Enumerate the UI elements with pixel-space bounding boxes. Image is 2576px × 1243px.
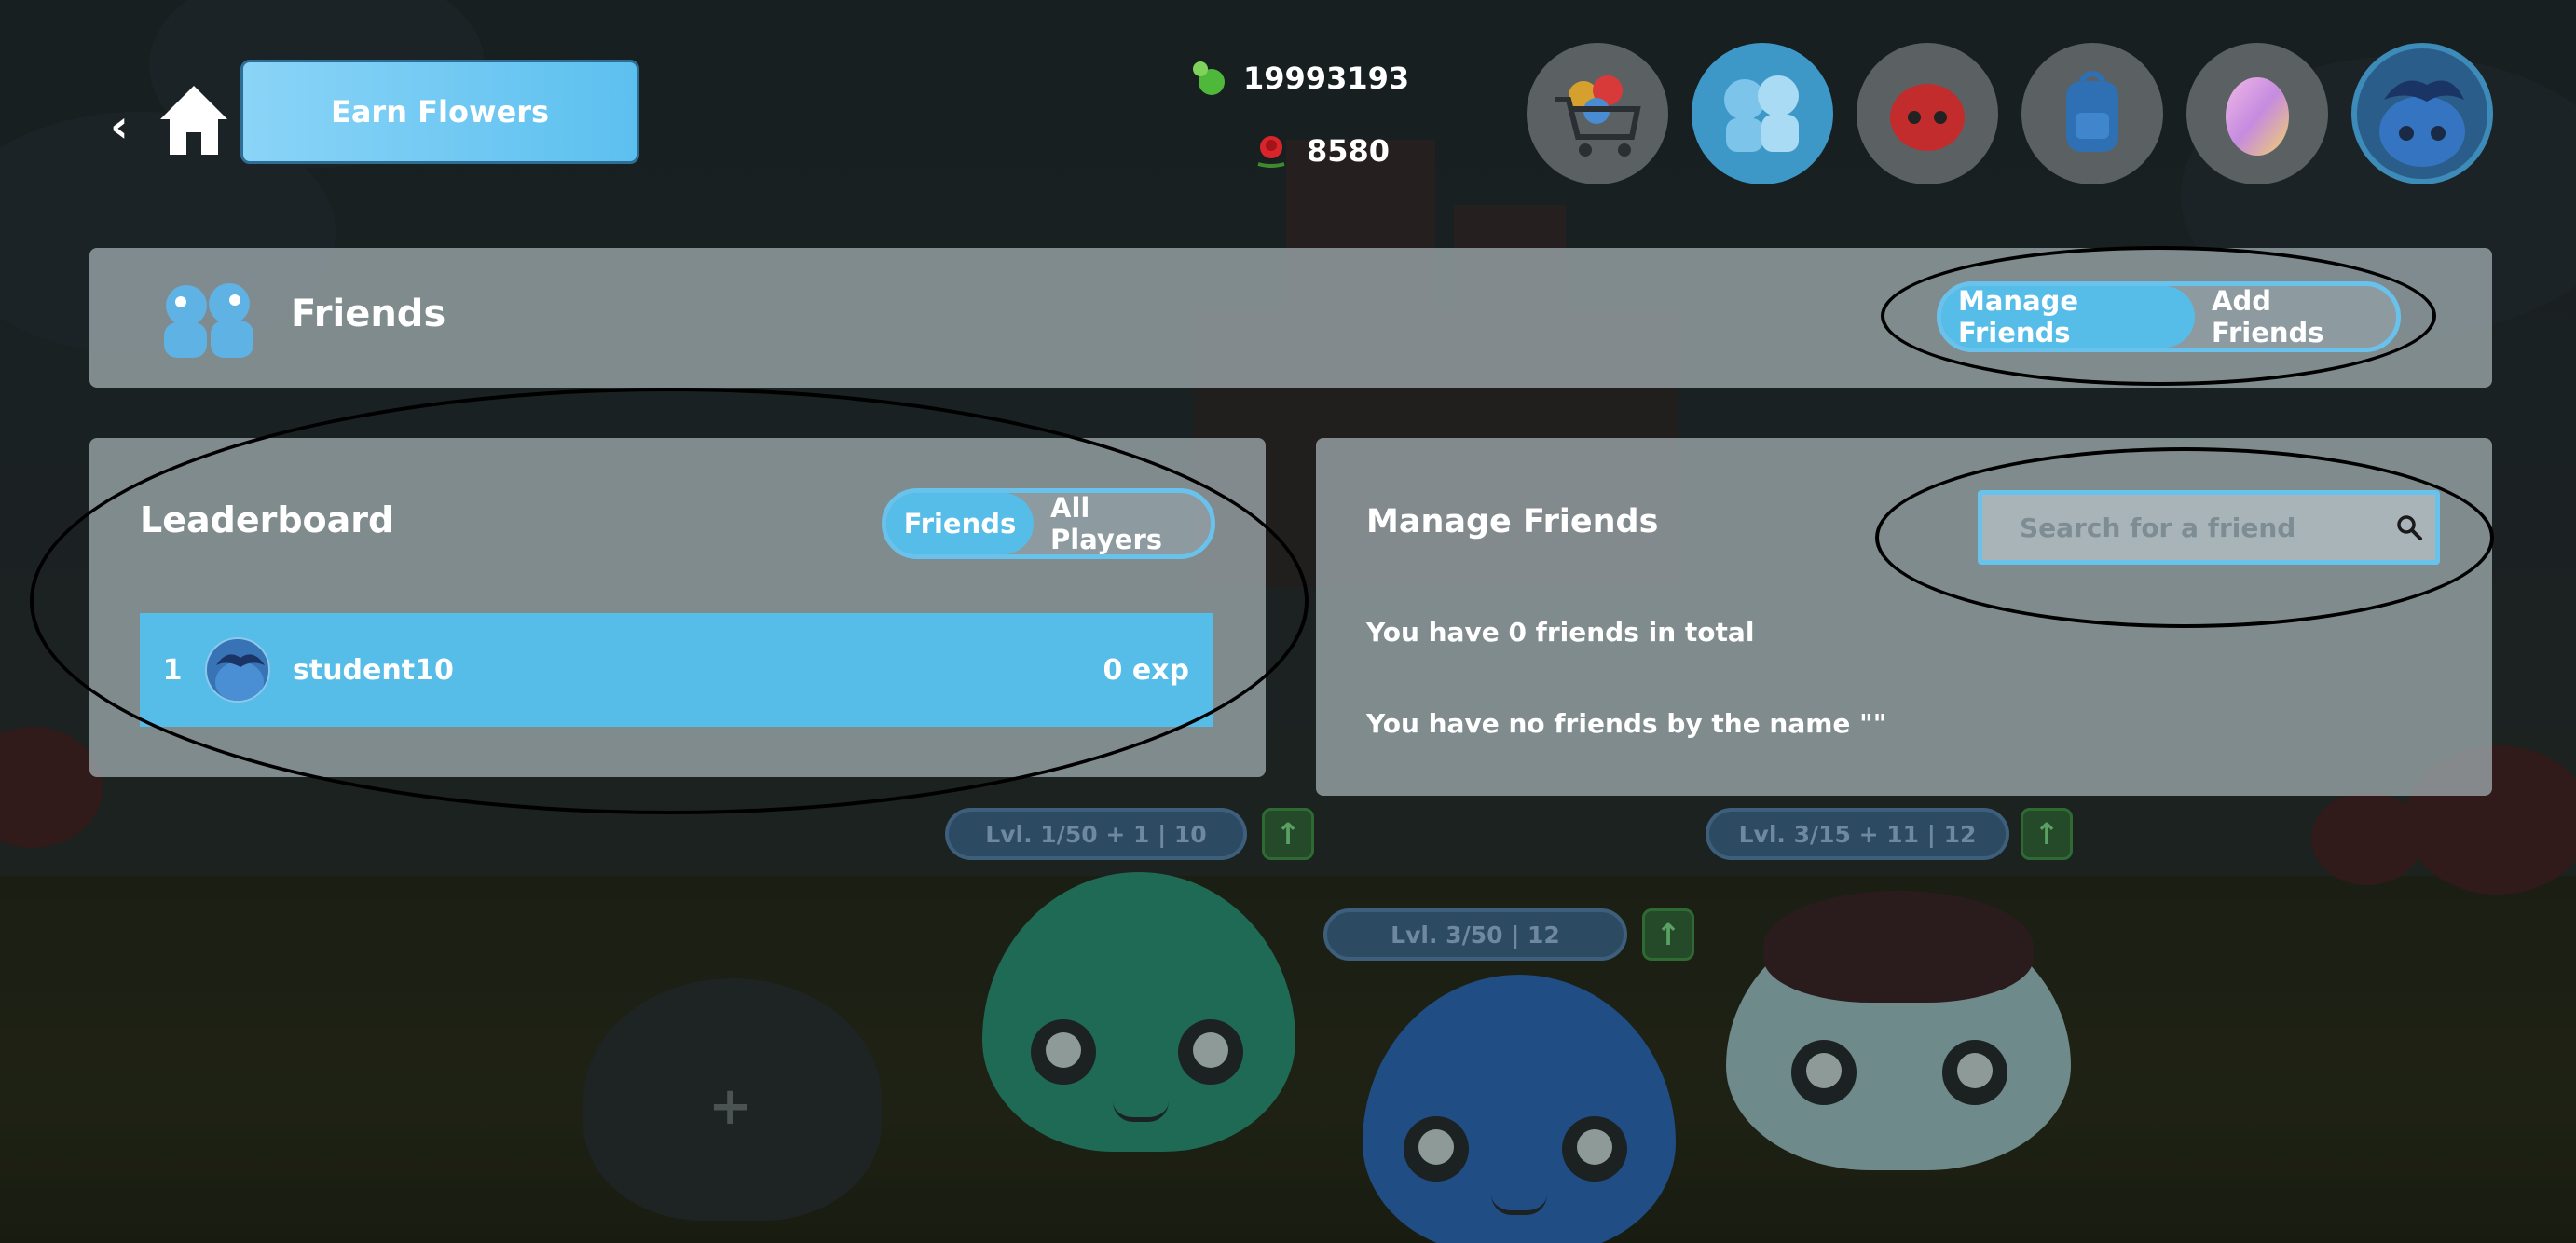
leaderboard-exp: 0 exp: [1103, 653, 1190, 687]
no-friends-text: You have no friends by the name "": [1366, 708, 1887, 739]
egg-icon: [2226, 77, 2289, 156]
upgrade-arrow-icon: ↑: [1262, 808, 1314, 860]
level-pill: Lvl. 3/50 | 12: [1323, 908, 1627, 961]
donut-slime: [1726, 891, 2071, 1170]
search-box: [1978, 490, 2440, 565]
upgrade-arrow-icon: ↑: [1642, 908, 1694, 961]
manage-friends-title: Manage Friends: [1366, 503, 1659, 540]
red-slime-icon: [1890, 84, 1965, 151]
back-chevron-icon[interactable]: ‹: [110, 101, 129, 153]
backpack-button[interactable]: [2021, 43, 2163, 184]
friends-icon: [164, 283, 253, 358]
leaderboard-title: Leaderboard: [140, 499, 394, 540]
profile-avatar-button[interactable]: [2351, 43, 2493, 184]
friends-total-text: You have 0 friends in total: [1366, 617, 1755, 648]
friends-icon: [1724, 75, 1799, 152]
search-input[interactable]: [1982, 495, 2383, 560]
profile-avatar-icon: [2379, 80, 2465, 167]
leaderboard-rank: 1: [162, 653, 183, 687]
tab-add-friends[interactable]: Add Friends: [2195, 285, 2396, 348]
toggle-friends[interactable]: Friends: [886, 493, 1034, 554]
earn-flowers-button[interactable]: Earn Flowers: [240, 60, 639, 164]
rose-icon: [1257, 136, 1285, 168]
leaderboard-row[interactable]: 1 student10 0 exp: [140, 613, 1213, 727]
shopping-cart-icon: [1555, 75, 1641, 157]
red-slime-button[interactable]: [1857, 43, 1998, 184]
backpack-icon: [2066, 71, 2118, 152]
rose-currency-value: 8580: [1307, 133, 1391, 169]
level-pill: Lvl. 3/15 + 11 | 12: [1706, 808, 2009, 860]
green-currency-value: 19993193: [1243, 61, 1410, 96]
page-title: Friends: [291, 293, 446, 335]
leaderboard-name: student10: [293, 653, 454, 687]
egg-button[interactable]: [2186, 43, 2328, 184]
green-currency: 19993193: [1189, 58, 1409, 99]
toggle-all-players[interactable]: All Players: [1034, 492, 1211, 555]
rose-currency: 8580: [1253, 130, 1390, 171]
friends-mode-toggle: Manage Friends Add Friends: [1937, 281, 2401, 352]
green-drop-icon: [1193, 61, 1225, 95]
tab-manage-friends[interactable]: Manage Friends: [1941, 285, 2195, 348]
avatar: [205, 637, 270, 703]
home-icon[interactable]: [158, 82, 229, 157]
plus-icon: +: [708, 1076, 752, 1137]
blue-slime: [1363, 975, 1676, 1243]
level-pill: Lvl. 1/50 + 1 | 10: [945, 808, 1247, 860]
shop-button[interactable]: [1527, 43, 1668, 184]
upgrade-arrow-icon: ↑: [2021, 808, 2073, 860]
green-slime: [982, 872, 1295, 1152]
friends-nav-button[interactable]: [1692, 43, 1833, 184]
leaderboard-scope-toggle: Friends All Players: [882, 488, 1215, 559]
search-icon[interactable]: [2383, 499, 2435, 555]
